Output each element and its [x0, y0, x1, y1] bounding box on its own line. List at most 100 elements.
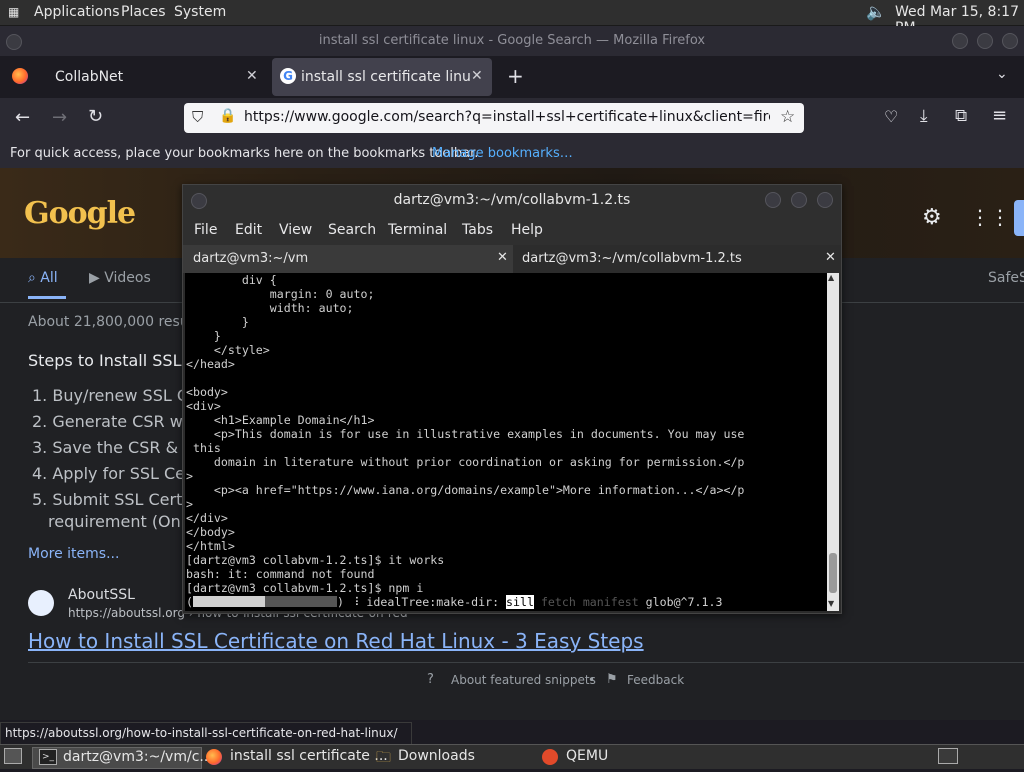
tab-all[interactable]: ⌕ All	[28, 270, 58, 286]
bookmarks-hint: For quick access, place your bookmarks h…	[10, 146, 479, 161]
progress-bar-empty	[264, 596, 337, 607]
window-title: install ssl certificate linux - Google S…	[318, 33, 706, 48]
tab-google-search[interactable]: G install ssl certificate linux - Goo ✕	[272, 58, 492, 96]
menu-terminal[interactable]: Terminal	[388, 222, 447, 238]
terminal-scrollbar[interactable]: ▲ ▼	[827, 273, 839, 611]
terminal-title: dartz@vm3:~/vm/collabvm-1.2.ts	[393, 192, 631, 208]
maximize-button[interactable]	[977, 33, 993, 49]
qemu-icon	[542, 749, 558, 765]
url-bar[interactable]: ⛉ 🔒 https://www.google.com/search?q=inst…	[184, 103, 804, 133]
npm-progress-line: () ⠸ idealTree:make-dir: sill fetch mani…	[186, 595, 723, 609]
firefox-icon	[12, 68, 28, 84]
bookmark-star-icon[interactable]: ☆	[780, 107, 795, 127]
terminal-tab-label: dartz@vm3:~/vm	[193, 251, 309, 266]
taskbar-item-terminal[interactable]: >_ dartz@vm3:~/vm/c...	[32, 747, 213, 769]
tab-label: CollabNet	[55, 69, 124, 85]
terminal-output[interactable]: div { margin: 0 auto; width: auto; } } <…	[185, 273, 827, 611]
minimize-button[interactable]	[952, 33, 968, 49]
about-snippets-link[interactable]: About featured snippets	[451, 673, 596, 687]
taskbar: >_ dartz@vm3:~/vm/c... install ssl certi…	[0, 744, 1024, 769]
link-status-bar: https://aboutssl.org/how-to-install-ssl-…	[0, 722, 412, 746]
site-name: AboutSSL	[68, 587, 135, 603]
menu-search[interactable]: Search	[328, 222, 376, 238]
terminal-text: div { margin: 0 auto; width: auto; } } <…	[186, 273, 745, 595]
forward-icon[interactable]: →	[52, 107, 67, 128]
pocket-icon[interactable]: ♡	[884, 107, 898, 126]
menu-help[interactable]: Help	[511, 222, 543, 238]
firefox-icon	[206, 749, 222, 765]
terminal-tab-label: dartz@vm3:~/vm/collabvm-1.2.ts	[522, 251, 742, 266]
terminal-close-button[interactable]	[817, 192, 833, 208]
terminal-maximize-button[interactable]	[791, 192, 807, 208]
divider	[28, 662, 1024, 663]
taskbar-item-qemu[interactable]: QEMU	[540, 747, 700, 767]
back-icon[interactable]: ←	[15, 107, 30, 128]
feedback-icon: ⚑	[606, 672, 618, 687]
tab-all-underline	[28, 296, 66, 299]
menu-view[interactable]: View	[279, 222, 312, 238]
menu-tabs[interactable]: Tabs	[462, 222, 493, 238]
terminal-icon: >_	[39, 749, 57, 765]
close-tab-icon[interactable]: ✕	[246, 68, 258, 84]
workspace-switcher-icon[interactable]	[938, 748, 958, 764]
top-panel: ▦ Applications Places System 🔈 Wed Mar 1…	[0, 0, 1024, 36]
google-logo[interactable]: Google	[24, 196, 136, 231]
scroll-down-icon[interactable]: ▼	[828, 599, 834, 608]
safesearch-label[interactable]: SafeS	[988, 270, 1024, 286]
help-icon: ?	[427, 672, 434, 687]
tab-videos[interactable]: ▶ Videos	[89, 270, 151, 286]
list-item: 2. Generate CSR with	[32, 412, 204, 431]
scroll-up-icon[interactable]: ▲	[828, 273, 834, 282]
settings-gear-icon[interactable]: ⚙	[922, 205, 942, 230]
menu-edit[interactable]: Edit	[235, 222, 262, 238]
sill-label: sill	[506, 595, 534, 609]
show-desktop-icon[interactable]	[4, 748, 22, 764]
more-items-link[interactable]: More items...	[28, 546, 119, 562]
reload-icon[interactable]: ↻	[88, 106, 103, 127]
close-tab-icon[interactable]: ✕	[471, 68, 483, 84]
scrollbar-thumb[interactable]	[829, 553, 837, 593]
menu-icon[interactable]: ≡	[992, 105, 1007, 126]
taskbar-item-firefox[interactable]: install ssl certificate ...	[204, 747, 388, 767]
separator-dot: •	[588, 673, 596, 687]
downloads-icon[interactable]: ⤓	[920, 106, 928, 126]
lock-icon[interactable]: 🔒	[219, 108, 236, 124]
bookmarks-toolbar: For quick access, place your bookmarks h…	[0, 140, 1024, 168]
terminal-menubar: File Edit View Search Terminal Tabs Help	[183, 215, 841, 245]
firefox-titlebar: install ssl certificate linux - Google S…	[0, 26, 1024, 56]
terminal-tab-collabvm[interactable]: dartz@vm3:~/vm/collabvm-1.2.ts ✕	[513, 245, 841, 273]
tab-collabnet[interactable]: CollabNet ✕	[0, 58, 270, 96]
extensions-icon[interactable]: ⧉	[955, 106, 967, 126]
applications-menu[interactable]: Applications	[34, 4, 120, 20]
result-link[interactable]: How to Install SSL Certificate on Red Ha…	[28, 629, 644, 653]
sign-in-button[interactable]	[1014, 200, 1024, 236]
result-stats: About 21,800,000 results	[28, 314, 206, 330]
feedback-link[interactable]: Feedback	[627, 673, 684, 687]
terminal-window[interactable]: dartz@vm3:~/vm/collabvm-1.2.ts File Edit…	[182, 184, 842, 614]
system-menu[interactable]: System	[174, 4, 226, 20]
url-text[interactable]: https://www.google.com/search?q=install+…	[244, 109, 770, 125]
list-tabs-icon[interactable]: ⌄	[996, 66, 1008, 82]
places-menu[interactable]: Places	[121, 4, 166, 20]
progress-bar-filled	[192, 596, 265, 607]
tab-bar: CollabNet ✕ G install ssl certificate li…	[0, 56, 1024, 98]
shield-icon[interactable]: ⛉	[192, 108, 203, 126]
volume-icon[interactable]: 🔈	[866, 2, 886, 21]
applications-icon[interactable]: ▦	[8, 5, 19, 19]
google-favicon-icon: G	[280, 68, 296, 84]
taskbar-item-downloads[interactable]: 🗀 Downloads	[374, 747, 534, 767]
apps-grid-icon[interactable]: ⋮⋮	[970, 205, 1010, 229]
menu-file[interactable]: File	[194, 222, 217, 238]
terminal-titlebar[interactable]: dartz@vm3:~/vm/collabvm-1.2.ts	[183, 185, 841, 215]
manage-bookmarks-link[interactable]: Manage bookmarks…	[432, 146, 573, 161]
site-favicon-icon	[28, 590, 54, 616]
terminal-tab-vm[interactable]: dartz@vm3:~/vm ✕	[183, 245, 511, 273]
terminal-minimize-button[interactable]	[765, 192, 781, 208]
status-url: https://aboutssl.org/how-to-install-ssl-…	[5, 726, 398, 740]
close-button[interactable]	[1002, 33, 1018, 49]
close-tab-icon[interactable]: ✕	[497, 250, 508, 265]
close-tab-icon[interactable]: ✕	[825, 250, 836, 265]
video-icon: ▶	[89, 270, 100, 286]
search-icon: ⌕	[28, 270, 36, 286]
new-tab-icon[interactable]: +	[507, 64, 524, 88]
